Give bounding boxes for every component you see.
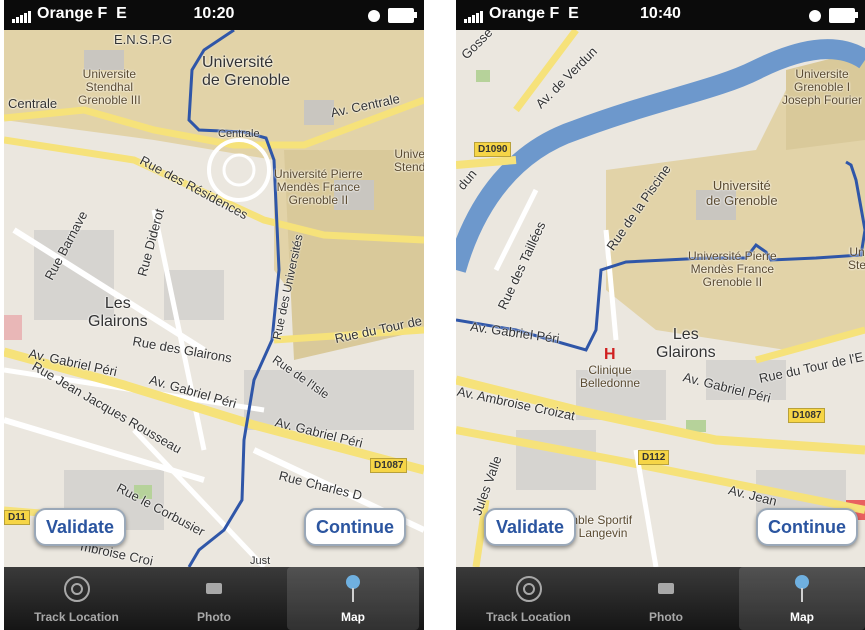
- phone-screen-right: Orange F E 10:40 Gosse Av. de Verdun Uni…: [456, 0, 865, 630]
- target-icon: [515, 576, 542, 602]
- road-shield-d1090: D1090: [474, 142, 512, 157]
- tab-photo[interactable]: Photo: [149, 567, 279, 630]
- tab-map[interactable]: Map: [287, 567, 419, 630]
- map-label-clinique: Clinique Belledonne: [580, 363, 641, 390]
- photo-icon: [658, 583, 674, 594]
- rotation-lock-icon: [368, 9, 380, 22]
- road-shield-d1087: D1087: [370, 458, 408, 473]
- tab-map[interactable]: Map: [739, 567, 865, 630]
- map-label-univ-pmf: Université Pierre Mendès France Grenoble…: [274, 167, 363, 207]
- road-shield-d11: D11: [4, 510, 30, 525]
- battery-icon: [388, 8, 417, 24]
- status-bar: Orange F E 10:20: [4, 0, 424, 30]
- phone-screen-left: Orange F E 10:20 E.N.S.P.G Université de…: [4, 0, 424, 630]
- tab-track-location[interactable]: Track Location: [456, 567, 601, 630]
- map-view[interactable]: E.N.S.P.G Université de Grenoble Univers…: [4, 30, 424, 568]
- hospital-icon: H: [604, 346, 616, 363]
- photo-icon: [206, 583, 222, 594]
- pin-icon: [795, 575, 809, 602]
- continue-button[interactable]: Continue: [756, 508, 858, 546]
- rotation-lock-icon: [809, 9, 821, 22]
- map-label-centrale: Centrale: [8, 96, 58, 111]
- map-label-univ-right: Unive Stend: [394, 147, 424, 174]
- continue-button[interactable]: Continue: [304, 508, 406, 546]
- map-label-just: Just: [250, 555, 271, 567]
- road-shield-d1087: D1087: [788, 408, 826, 423]
- status-bar: Orange F E 10:40: [456, 0, 865, 30]
- tab-track-location[interactable]: Track Location: [4, 567, 149, 630]
- map-label-ensp: E.N.S.P.G: [114, 32, 173, 47]
- map-label-univ-grenoble: Université de Grenoble: [706, 178, 778, 208]
- map-label-univ-grenoble: Université de Grenoble: [202, 54, 291, 89]
- tab-bar: Track Location Photo Map: [456, 567, 865, 630]
- battery-icon: [829, 8, 858, 24]
- map-label-univ-right: Un Ste: [848, 245, 865, 272]
- validate-button[interactable]: Validate: [34, 508, 127, 546]
- map-label-univ-pmf: Université Pierre Mendès France Grenoble…: [688, 249, 777, 289]
- validate-button[interactable]: Validate: [484, 508, 577, 546]
- clock: 10:20: [193, 5, 235, 22]
- map-label-les-glairons: Les Glairons: [656, 326, 716, 361]
- clock: 10:40: [640, 5, 681, 22]
- tab-photo[interactable]: Photo: [601, 567, 731, 630]
- map-label-sport: mble Sportif l Langevin: [568, 513, 633, 540]
- pin-icon: [346, 575, 360, 602]
- map-view[interactable]: Gosse Av. de Verdun Universite Grenoble …: [456, 25, 865, 567]
- target-icon: [63, 576, 90, 602]
- road-shield-d112: D112: [638, 450, 670, 465]
- map-label-univ-stendhal: Universite Stendhal Grenoble III: [78, 67, 141, 107]
- tab-bar: Track Location Photo Map: [4, 567, 424, 630]
- map-label-les-glairons: Les Glairons: [88, 295, 148, 330]
- map-label-univ-jf: Universite Grenoble I Joseph Fourier: [782, 67, 863, 107]
- map-label-centrale-small: Centrale: [218, 128, 260, 140]
- map-canvas: [456, 30, 865, 567]
